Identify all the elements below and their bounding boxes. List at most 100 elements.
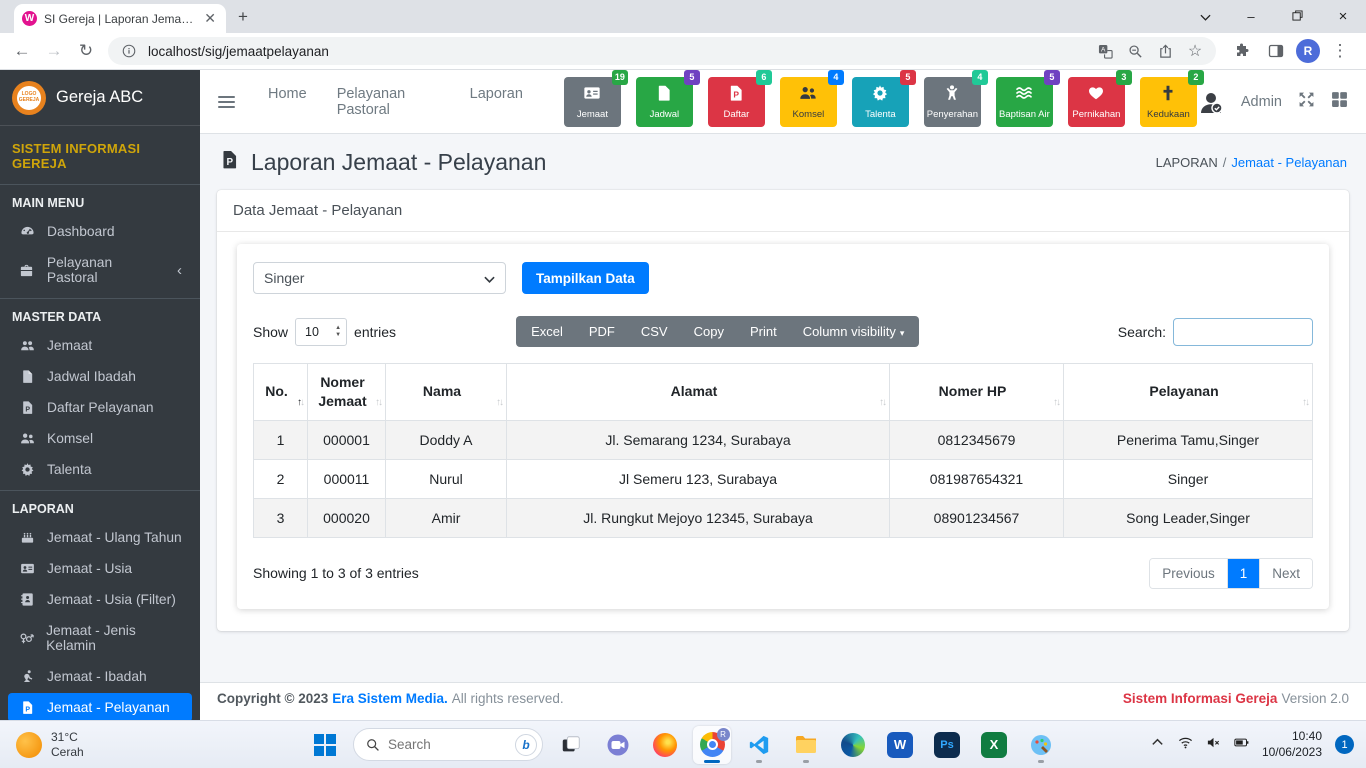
vscode-icon[interactable] bbox=[740, 726, 778, 764]
file-icon bbox=[655, 84, 673, 107]
back-icon[interactable]: ← bbox=[8, 37, 36, 65]
nav-link-pelayanan-pastoral[interactable]: Pelayanan Pastoral bbox=[322, 86, 455, 118]
admin-avatar-icon[interactable] bbox=[1197, 88, 1225, 116]
extensions-puzzle-icon[interactable] bbox=[1228, 37, 1256, 65]
window-minimize-button[interactable]: – bbox=[1228, 9, 1274, 24]
edge-icon[interactable] bbox=[834, 726, 872, 764]
brand[interactable]: LOGOGEREJA Gereja ABC bbox=[0, 70, 200, 126]
column-header-nomer-hp[interactable]: Nomer HP↑↓ bbox=[890, 364, 1064, 421]
omnibox[interactable]: localhost/sig/jemaatpelayanan A ☆ bbox=[108, 37, 1216, 65]
table-search-input[interactable] bbox=[1173, 318, 1313, 346]
sidebar-item-dashboard[interactable]: Dashboard bbox=[8, 217, 192, 246]
sidebar-item-daftar-pelayanan[interactable]: PDaftar Pelayanan bbox=[8, 393, 192, 422]
volume-mute-icon[interactable] bbox=[1206, 735, 1221, 755]
sidebar-item-jemaat-ulang-tahun[interactable]: Jemaat - Ulang Tahun bbox=[8, 523, 192, 552]
photoshop-icon[interactable]: Ps bbox=[928, 726, 966, 764]
tile-komsel[interactable]: 4Komsel bbox=[780, 77, 837, 127]
browser-menu-icon[interactable]: ⋮ bbox=[1326, 37, 1354, 65]
firefox-icon[interactable] bbox=[646, 726, 684, 764]
fullscreen-expand-icon[interactable] bbox=[1298, 91, 1315, 113]
column-header-no[interactable]: No.↑↓ bbox=[254, 364, 308, 421]
nav-link-laporan[interactable]: Laporan bbox=[455, 86, 538, 118]
taskbar-clock[interactable]: 10:40 10/06/2023 bbox=[1262, 729, 1322, 760]
taskbar-search[interactable]: b bbox=[353, 728, 543, 761]
sidebar-item-jemaat-jenis-kelamin[interactable]: Jemaat - Jenis Kelamin bbox=[8, 616, 192, 660]
pelayanan-select[interactable]: Singer bbox=[253, 262, 506, 294]
table-row[interactable]: 2000011NurulJl Semeru 123, Surabaya08198… bbox=[254, 459, 1313, 498]
translate-icon[interactable]: A bbox=[1094, 44, 1116, 59]
zoom-out-icon[interactable] bbox=[1124, 44, 1146, 59]
data-card: Data Jemaat - Pelayanan Singer Tampilkan… bbox=[217, 190, 1349, 631]
dt-button-copy[interactable]: Copy bbox=[681, 316, 737, 347]
chrome-icon[interactable]: R bbox=[693, 726, 731, 764]
pagination-next[interactable]: Next bbox=[1260, 559, 1312, 588]
table-row[interactable]: 3000020AmirJl. Rungkut Mejoyo 12345, Sur… bbox=[254, 498, 1313, 537]
wifi-icon[interactable] bbox=[1178, 735, 1193, 755]
tile-kedukaan[interactable]: 2Kedukaan bbox=[1140, 77, 1197, 127]
paint-icon[interactable] bbox=[1022, 726, 1060, 764]
column-header-alamat[interactable]: Alamat↑↓ bbox=[507, 364, 890, 421]
column-header-nomer-jemaat[interactable]: Nomer Jemaat↑↓ bbox=[308, 364, 386, 421]
dt-button-column-visibility[interactable]: Column visibility▾ bbox=[790, 316, 918, 347]
column-header-nama[interactable]: Nama↑↓ bbox=[386, 364, 507, 421]
dt-button-pdf[interactable]: PDF bbox=[576, 316, 628, 347]
dt-button-print[interactable]: Print bbox=[737, 316, 790, 347]
dt-button-excel[interactable]: Excel bbox=[518, 316, 576, 347]
window-close-button[interactable]: × bbox=[1320, 8, 1366, 25]
tile-jadwal[interactable]: 5Jadwal bbox=[636, 77, 693, 127]
file-explorer-icon[interactable] bbox=[787, 726, 825, 764]
tampilkan-data-button[interactable]: Tampilkan Data bbox=[522, 262, 649, 294]
tile-talenta[interactable]: 5Talenta bbox=[852, 77, 909, 127]
new-tab-button[interactable]: + bbox=[238, 7, 248, 27]
sidebar-item-pelayanan-pastoral[interactable]: Pelayanan Pastoral‹ bbox=[8, 248, 192, 292]
excel-icon[interactable]: X bbox=[975, 726, 1013, 764]
tile-label: Jadwal bbox=[650, 109, 680, 120]
breadcrumb-current[interactable]: Jemaat - Pelayanan bbox=[1231, 155, 1347, 170]
tile-badge: 4 bbox=[828, 70, 844, 85]
sidebar-item-jadwal-ibadah[interactable]: Jadwal Ibadah bbox=[8, 362, 192, 391]
reload-icon[interactable]: ↻ bbox=[72, 37, 100, 65]
battery-icon[interactable] bbox=[1234, 735, 1249, 755]
tile-pernikahan[interactable]: 3Pernikahan bbox=[1068, 77, 1125, 127]
tile-baptisan-air[interactable]: 5Baptisan Air bbox=[996, 77, 1053, 127]
church-logo-icon: LOGOGEREJA bbox=[12, 81, 46, 115]
tile-jemaat[interactable]: 19Jemaat bbox=[564, 77, 621, 127]
sidebar-item-jemaat-usia-filter[interactable]: Jemaat - Usia (Filter) bbox=[8, 585, 192, 614]
word-icon[interactable]: W bbox=[881, 726, 919, 764]
sidebar-item-jemaat-usia[interactable]: Jemaat - Usia bbox=[8, 554, 192, 583]
browser-tab[interactable]: W SI Gereja | Laporan Jemaat - Pela ✕ bbox=[14, 4, 226, 33]
sidebar-item-talenta[interactable]: Talenta bbox=[8, 455, 192, 484]
share-icon[interactable] bbox=[1154, 44, 1176, 59]
company-link[interactable]: Era Sistem Media. bbox=[332, 691, 448, 706]
tile-daftar[interactable]: 6PDaftar bbox=[708, 77, 765, 127]
forward-icon[interactable]: → bbox=[40, 37, 68, 65]
tab-close-icon[interactable]: ✕ bbox=[202, 10, 218, 27]
nav-link-home[interactable]: Home bbox=[253, 86, 322, 118]
tile-penyerahan[interactable]: 4Penyerahan bbox=[924, 77, 981, 127]
dt-button-csv[interactable]: CSV bbox=[628, 316, 681, 347]
start-button[interactable] bbox=[306, 726, 344, 764]
taskbar-search-input[interactable] bbox=[388, 737, 507, 752]
pagination-page-1[interactable]: 1 bbox=[1228, 559, 1261, 588]
task-view-icon[interactable] bbox=[552, 726, 590, 764]
column-header-pelayanan[interactable]: Pelayanan↑↓ bbox=[1064, 364, 1313, 421]
sidebar-item-jemaat-ibadah[interactable]: Jemaat - Ibadah bbox=[8, 662, 192, 691]
teams-chat-icon[interactable] bbox=[599, 726, 637, 764]
site-info-icon[interactable] bbox=[118, 44, 140, 58]
weather-widget[interactable]: 31°CCerah bbox=[0, 730, 100, 760]
sidebar-item-jemaat[interactable]: Jemaat bbox=[8, 331, 192, 360]
tray-chevron-up-icon[interactable] bbox=[1150, 735, 1165, 755]
table-row[interactable]: 1000001Doddy AJl. Semarang 1234, Surabay… bbox=[254, 420, 1313, 459]
sidebar-item-komsel[interactable]: Komsel bbox=[8, 424, 192, 453]
pagination-previous[interactable]: Previous bbox=[1150, 559, 1228, 588]
sidebar-item-jemaat-pelayanan[interactable]: PJemaat - Pelayanan bbox=[8, 693, 192, 720]
page-size-stepper[interactable]: 10 ▲▼ bbox=[295, 318, 347, 346]
bookmark-star-icon[interactable]: ☆ bbox=[1184, 41, 1206, 61]
hamburger-menu-icon[interactable] bbox=[218, 96, 235, 108]
side-panel-icon[interactable] bbox=[1262, 37, 1290, 65]
browser-profile-avatar[interactable]: R bbox=[1296, 39, 1320, 63]
notification-badge[interactable]: 1 bbox=[1335, 735, 1354, 754]
window-restore-button[interactable] bbox=[1274, 9, 1320, 24]
search-tabs-icon[interactable] bbox=[1182, 9, 1228, 24]
grid-apps-icon[interactable] bbox=[1331, 91, 1348, 113]
